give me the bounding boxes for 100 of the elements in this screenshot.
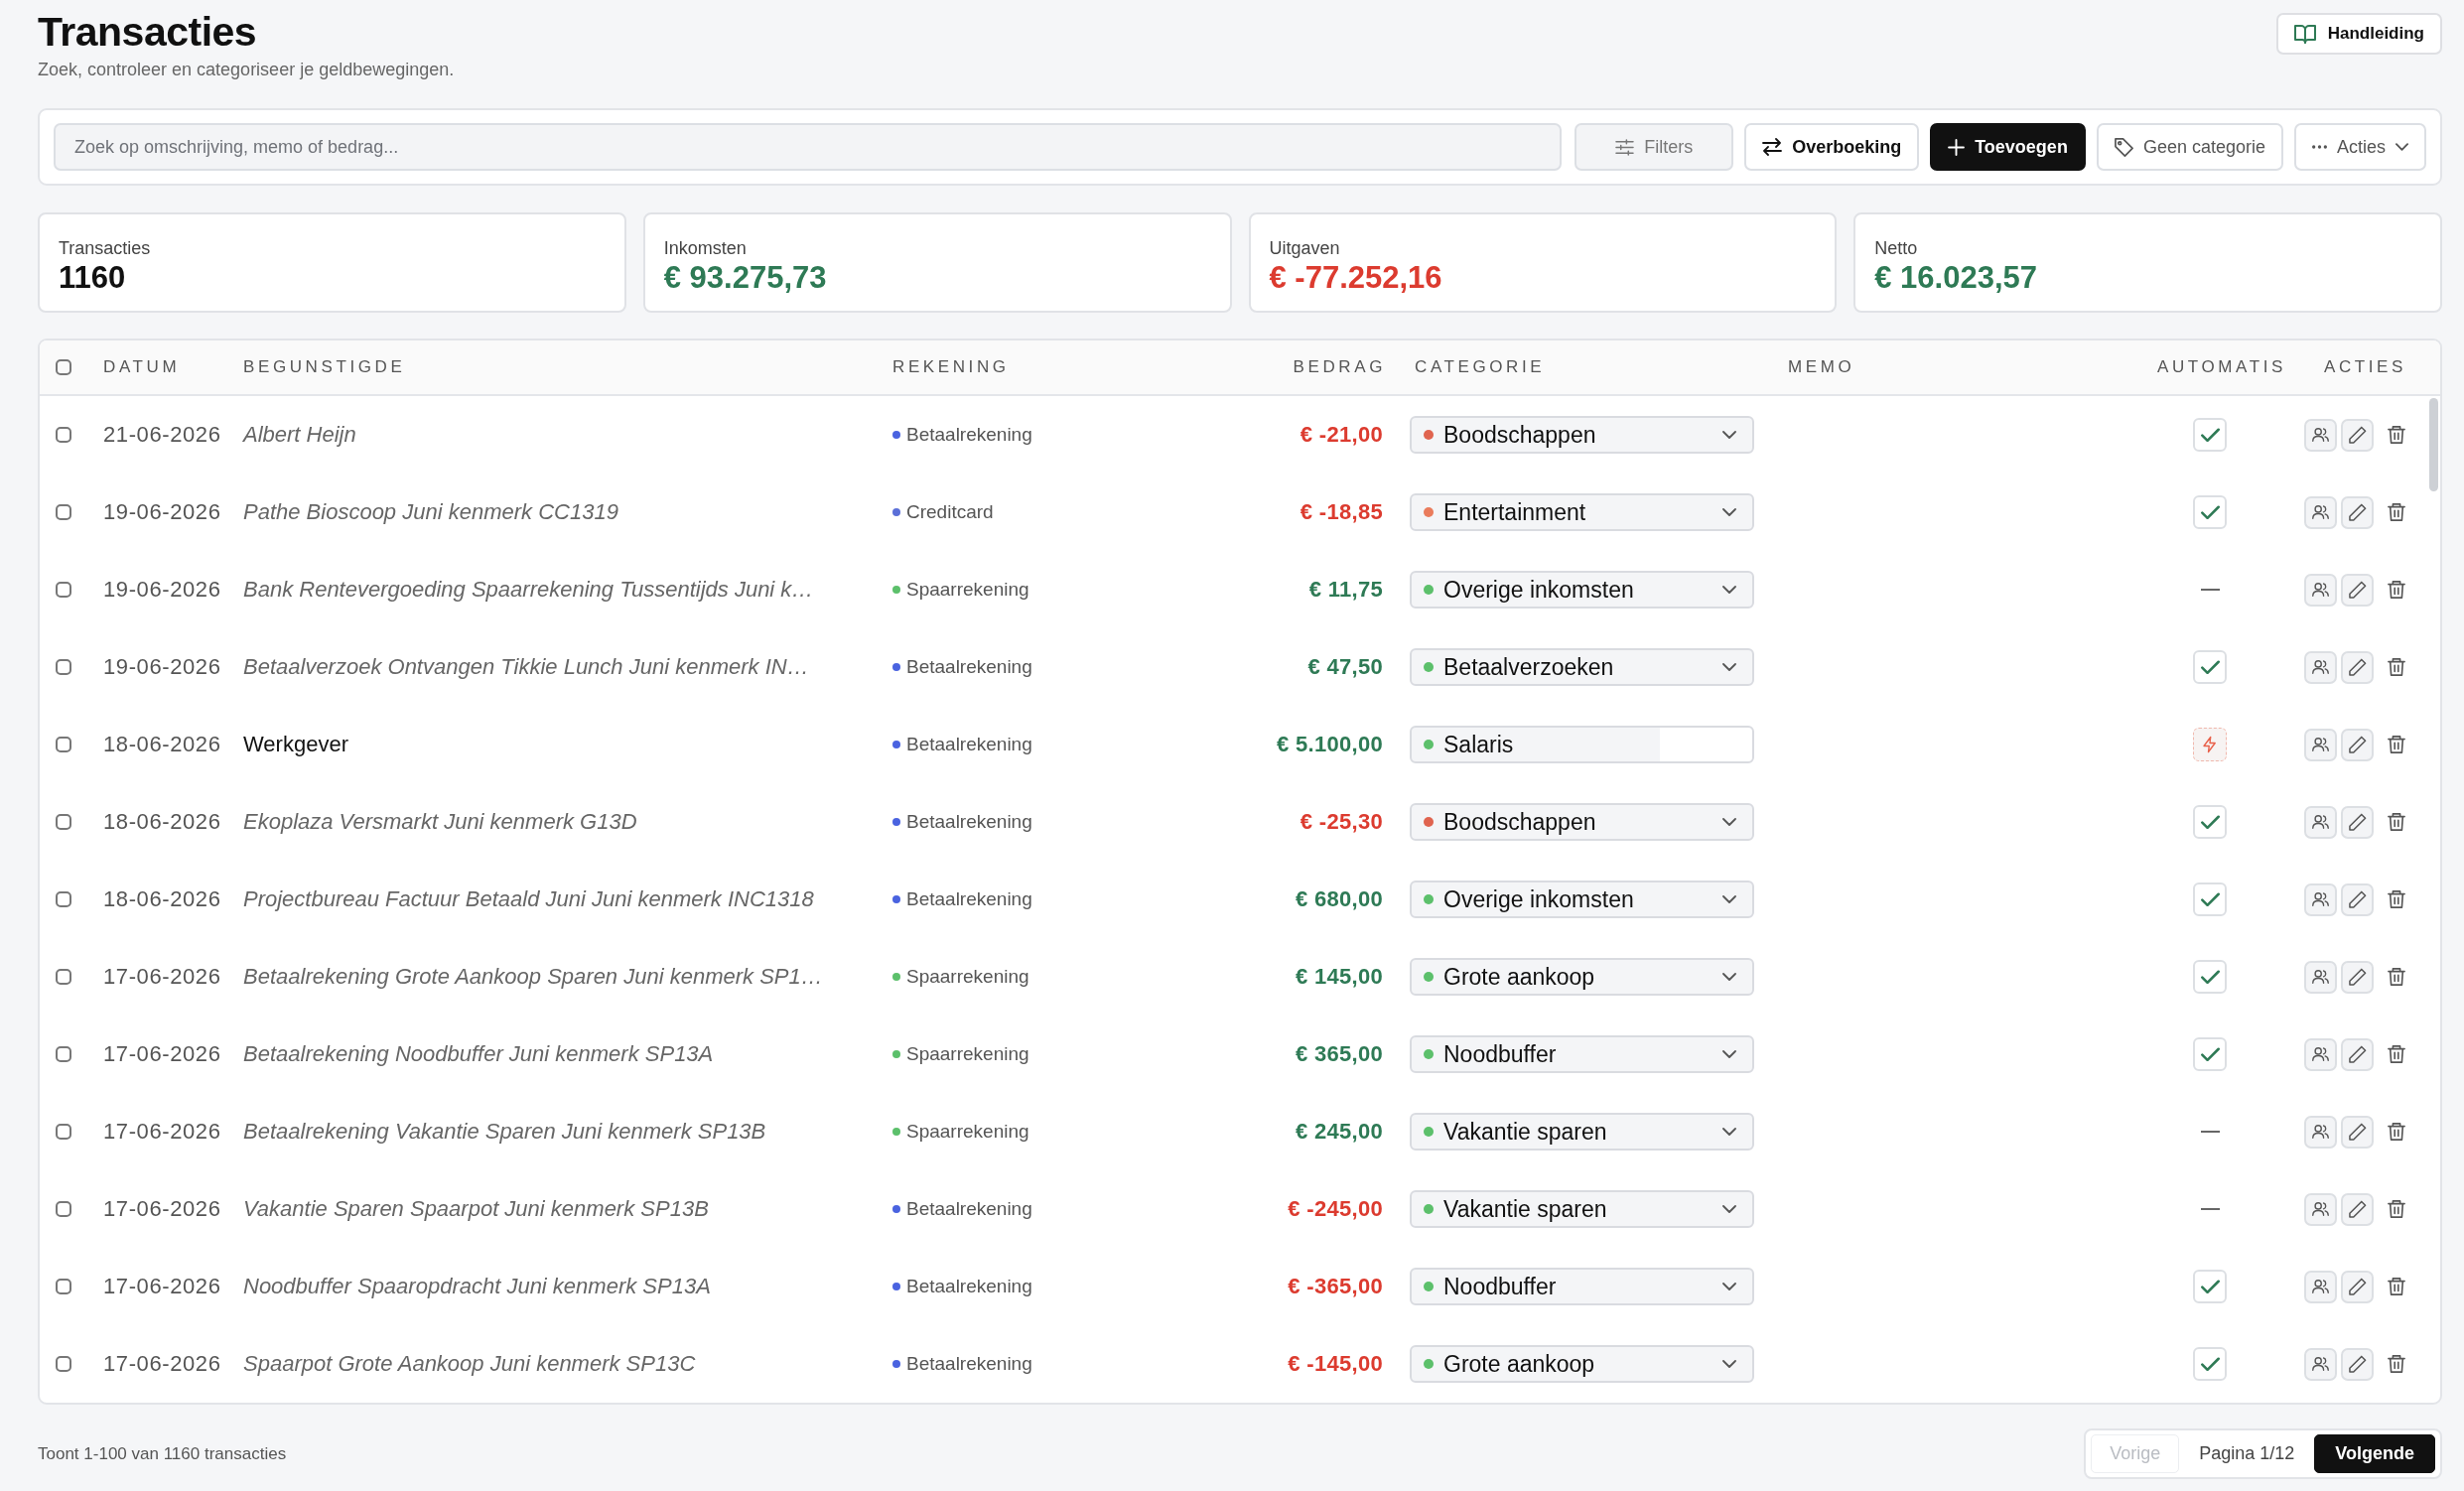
chevron-down-icon — [1722, 1360, 1736, 1368]
users-button[interactable] — [2304, 960, 2337, 994]
delete-button[interactable] — [2388, 502, 2405, 522]
users-button[interactable] — [2304, 1347, 2337, 1381]
swap-arrows-icon — [1762, 138, 1783, 156]
account-label: Betaalrekening — [906, 1276, 1032, 1297]
amount-cell: € -145,00 — [1288, 1351, 1383, 1377]
guide-button[interactable]: Handleiding — [2275, 13, 2442, 55]
payee-cell: Vakantie Sparen Spaarpot Juni kenmerk SP13B — [243, 1196, 709, 1222]
amount-cell: € -365,00 — [1288, 1274, 1383, 1299]
edit-button[interactable] — [2341, 650, 2374, 684]
category-select[interactable]: Boodschappen — [1410, 803, 1754, 841]
category-select[interactable]: Boodschappen — [1410, 416, 1754, 454]
users-icon — [2312, 428, 2329, 442]
category-select[interactable]: Noodbuffer — [1410, 1035, 1754, 1073]
pencil-icon — [2348, 1200, 2367, 1218]
category-button[interactable]: Geen categorie — [2096, 123, 2283, 171]
users-button[interactable] — [2304, 1192, 2337, 1226]
select-all-checkbox[interactable] — [56, 359, 71, 375]
edit-button[interactable] — [2341, 882, 2374, 916]
row-checkbox[interactable] — [56, 1356, 71, 1372]
delete-button[interactable] — [2388, 812, 2405, 832]
stat-value: 1160 — [59, 260, 126, 296]
delete-button[interactable] — [2388, 735, 2405, 754]
row-checkbox[interactable] — [56, 814, 71, 830]
date-cell: 18-06-2026 — [103, 732, 221, 757]
users-button[interactable] — [2304, 728, 2337, 761]
book-icon — [2293, 24, 2316, 44]
category-select[interactable]: Overige inkomsten — [1410, 881, 1754, 918]
users-button[interactable] — [2304, 418, 2337, 452]
delete-button[interactable] — [2388, 1199, 2405, 1219]
users-button[interactable] — [2304, 1115, 2337, 1149]
edit-button[interactable] — [2341, 573, 2374, 607]
row-checkbox[interactable] — [56, 1046, 71, 1062]
users-icon — [2312, 1047, 2329, 1061]
category-select[interactable]: Betaalverzoeken — [1410, 648, 1754, 686]
edit-button[interactable] — [2341, 1037, 2374, 1071]
users-button[interactable] — [2304, 495, 2337, 529]
actions-button[interactable]: Acties — [2293, 123, 2426, 171]
delete-button[interactable] — [2388, 580, 2405, 600]
next-button[interactable]: Volgende — [2314, 1434, 2435, 1473]
date-cell: 17-06-2026 — [103, 1274, 221, 1299]
category-select[interactable]: Entertainment — [1410, 493, 1754, 531]
filters-button[interactable]: Filters — [1574, 123, 1734, 171]
pencil-icon — [2348, 581, 2367, 599]
delete-button[interactable] — [2388, 1122, 2405, 1142]
edit-button[interactable] — [2341, 728, 2374, 761]
edit-button[interactable] — [2341, 960, 2374, 994]
transfer-button[interactable]: Overboeking — [1744, 123, 1920, 171]
users-button[interactable] — [2304, 1270, 2337, 1303]
delete-button[interactable] — [2388, 1277, 2405, 1296]
category-select[interactable]: Overige inkomsten — [1410, 571, 1754, 609]
category-select[interactable]: Grote aankoop — [1410, 958, 1754, 996]
edit-button[interactable] — [2341, 1270, 2374, 1303]
users-button[interactable] — [2304, 882, 2337, 916]
delete-button[interactable] — [2388, 657, 2405, 677]
delete-button[interactable] — [2388, 425, 2405, 445]
row-checkbox[interactable] — [56, 969, 71, 985]
delete-button[interactable] — [2388, 967, 2405, 987]
category-select[interactable]: Grote aankoop — [1410, 1345, 1754, 1383]
category-select[interactable]: Salaris — [1410, 726, 1754, 763]
row-checkbox[interactable] — [56, 504, 71, 520]
delete-button[interactable] — [2388, 889, 2405, 909]
stat-label: Netto — [1874, 237, 1918, 260]
edit-button[interactable] — [2341, 805, 2374, 839]
row-checkbox[interactable] — [56, 427, 71, 443]
stat-label: Inkomsten — [663, 237, 747, 260]
row-checkbox[interactable] — [56, 891, 71, 907]
users-button[interactable] — [2304, 1037, 2337, 1071]
amount-cell: € 245,00 — [1295, 1119, 1383, 1145]
edit-button[interactable] — [2341, 418, 2374, 452]
trash-icon — [2388, 1122, 2405, 1142]
edit-button[interactable] — [2341, 1192, 2374, 1226]
delete-button[interactable] — [2388, 1044, 2405, 1064]
edit-button[interactable] — [2341, 495, 2374, 529]
users-button[interactable] — [2304, 805, 2337, 839]
add-button[interactable]: Toevoegen — [1930, 123, 2086, 171]
category-select[interactable]: Vakantie sparen — [1410, 1113, 1754, 1151]
users-icon — [2312, 970, 2329, 984]
scrollbar-thumb[interactable] — [2429, 398, 2438, 491]
trash-icon — [2388, 735, 2405, 754]
row-checkbox[interactable] — [56, 659, 71, 675]
search-field[interactable]: Zoek op omschrijving, memo of bedrag... — [54, 123, 1563, 171]
delete-button[interactable] — [2388, 1354, 2405, 1374]
row-checkbox[interactable] — [56, 1201, 71, 1217]
row-checkbox[interactable] — [56, 1279, 71, 1294]
users-button[interactable] — [2304, 573, 2337, 607]
row-checkbox[interactable] — [56, 582, 71, 598]
users-icon — [2312, 738, 2329, 751]
category-select[interactable]: Vakantie sparen — [1410, 1190, 1754, 1228]
edit-button[interactable] — [2341, 1115, 2374, 1149]
column-header: AUTOMATIS — [2157, 357, 2286, 376]
tag-icon — [2114, 137, 2133, 157]
row-checkbox[interactable] — [56, 1124, 71, 1140]
users-button[interactable] — [2304, 650, 2337, 684]
date-cell: 18-06-2026 — [103, 809, 221, 835]
date-cell: 17-06-2026 — [103, 1119, 221, 1145]
category-select[interactable]: Noodbuffer — [1410, 1268, 1754, 1305]
row-checkbox[interactable] — [56, 737, 71, 752]
edit-button[interactable] — [2341, 1347, 2374, 1381]
